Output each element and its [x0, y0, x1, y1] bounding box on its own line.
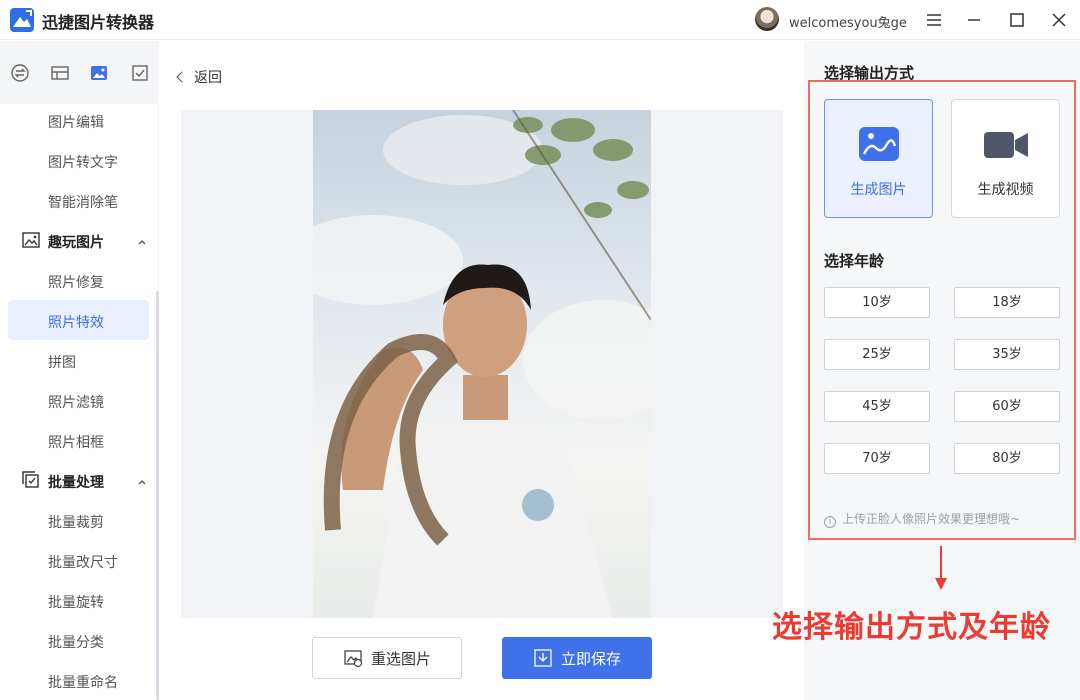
app-title: 迅捷图片转换器	[42, 13, 155, 32]
highlight-box	[808, 80, 1076, 540]
arrow-down-icon	[935, 546, 947, 590]
maximize-icon[interactable]	[1007, 10, 1027, 30]
layout-icon[interactable]	[50, 63, 70, 83]
image-icon[interactable]	[89, 63, 109, 83]
reselect-image-icon	[344, 650, 363, 668]
avatar[interactable]	[755, 7, 779, 31]
sidebar-tool-tabs	[0, 41, 159, 104]
sidebar-item-batch-crop[interactable]: 批量裁剪	[48, 512, 104, 532]
sidebar-item-photo-frame[interactable]: 照片相框	[48, 432, 104, 452]
sidebar-item-batch-rotate[interactable]: 批量旋转	[48, 592, 104, 612]
reselect-label: 重选图片	[370, 649, 431, 668]
sidebar-item-photo-filter[interactable]: 照片滤镜	[48, 392, 104, 412]
sidebar-scrollbar[interactable]	[156, 291, 159, 700]
close-icon[interactable]	[1049, 10, 1069, 30]
chevron-up-icon[interactable]	[137, 477, 147, 487]
save-now-button[interactable]: 立即保存	[502, 637, 652, 679]
sidebar-item-batch-resize[interactable]: 批量改尺寸	[48, 552, 118, 572]
app-logo-icon	[10, 8, 34, 32]
username[interactable]: welcomesyou兔ge	[789, 12, 907, 31]
photo-illustration	[313, 110, 651, 618]
convert-icon[interactable]	[10, 63, 30, 83]
sidebar: 图片编辑 图片转文字 智能消除笔 趣玩图片 照片修复 照片特效 拼图 照片滤镜 …	[0, 41, 159, 700]
sidebar-item-batch-rename[interactable]: 批量重命名	[48, 672, 118, 692]
preview-photo	[313, 110, 651, 618]
sidebar-item-batch-classify[interactable]: 批量分类	[48, 632, 104, 652]
chevron-up-icon[interactable]	[137, 237, 147, 247]
sidebar-item-smart-eraser[interactable]: 智能消除笔	[48, 192, 118, 212]
batch-icon	[22, 471, 39, 488]
annotation-caption: 选择输出方式及年龄	[772, 610, 1051, 645]
sidebar-item-photo-effects[interactable]: 照片特效	[48, 312, 104, 332]
sidebar-item-image-to-text[interactable]: 图片转文字	[48, 152, 118, 172]
minimize-icon[interactable]	[964, 10, 984, 30]
checkbox-icon[interactable]	[130, 63, 150, 83]
group-fun-label: 趣玩图片	[48, 235, 104, 251]
sidebar-item-collage[interactable]: 拼图	[48, 352, 76, 372]
group-batch-label: 批量处理	[48, 475, 104, 491]
save-label: 立即保存	[560, 649, 621, 668]
menu-icon[interactable]	[924, 10, 944, 30]
title-bar: 迅捷图片转换器 welcomesyou兔ge	[0, 0, 1080, 40]
chevron-left-icon	[176, 71, 188, 83]
fun-image-icon	[22, 232, 40, 248]
reselect-image-button[interactable]: 重选图片	[312, 637, 462, 679]
sidebar-item-image-edit[interactable]: 图片编辑	[48, 112, 104, 132]
sidebar-item-photo-repair[interactable]: 照片修复	[48, 272, 104, 292]
download-icon	[534, 649, 552, 667]
back-label: 返回	[194, 70, 222, 86]
back-button[interactable]: 返回	[176, 67, 222, 87]
